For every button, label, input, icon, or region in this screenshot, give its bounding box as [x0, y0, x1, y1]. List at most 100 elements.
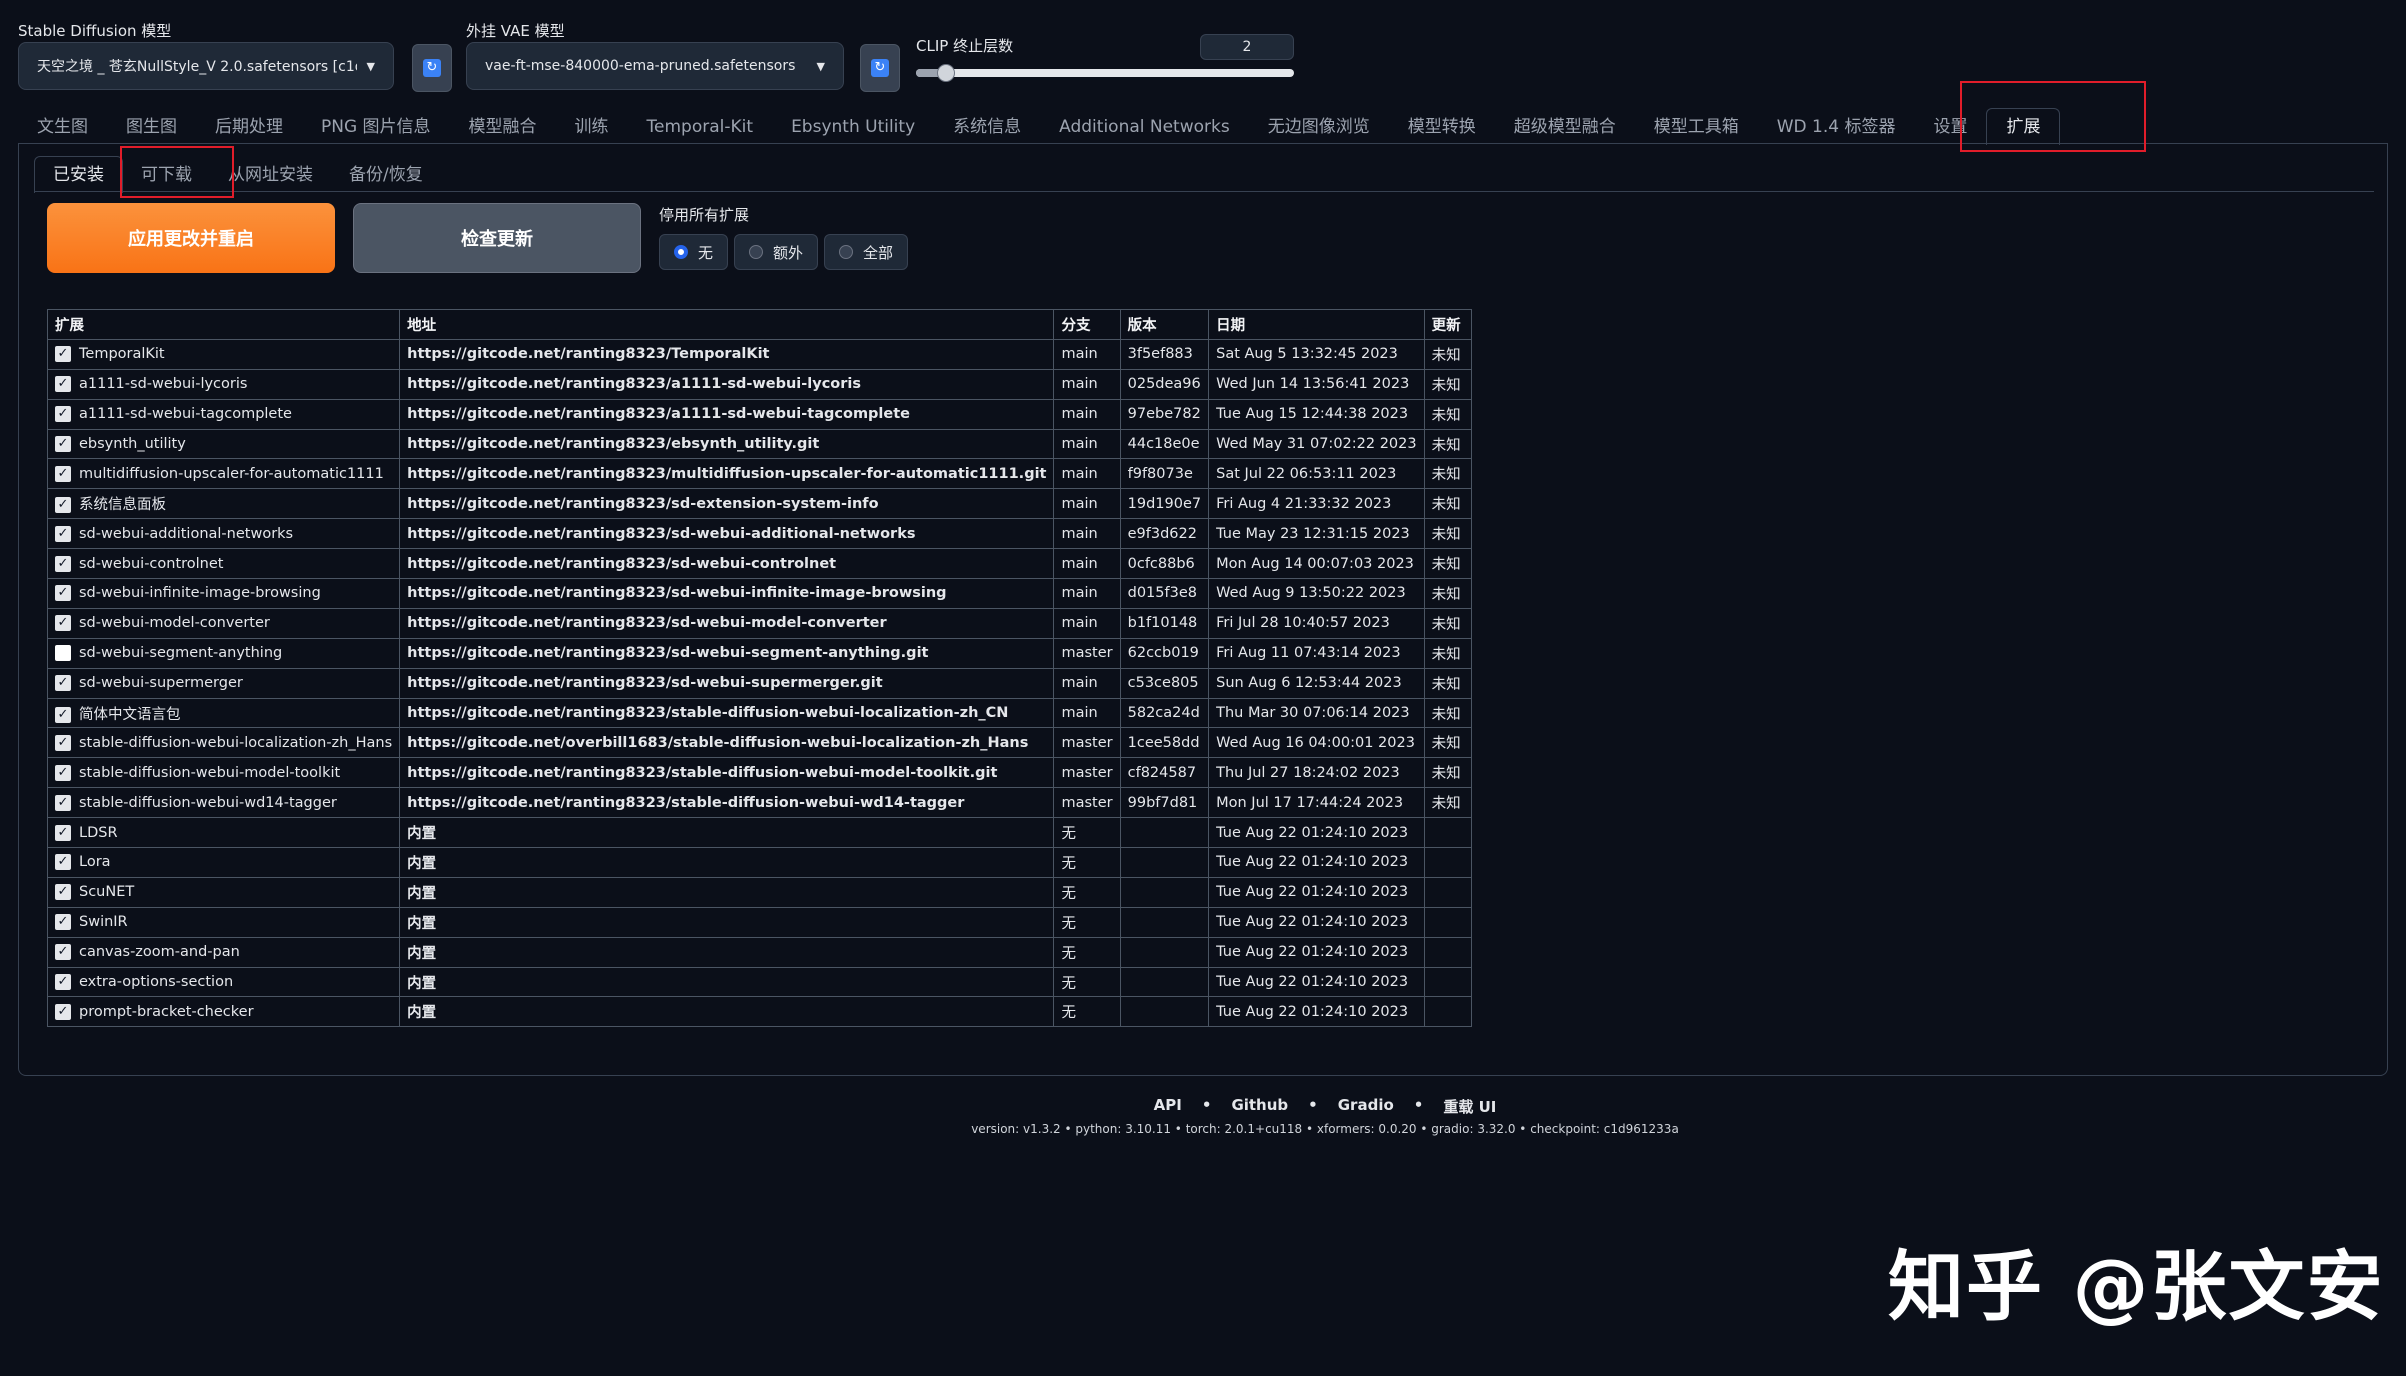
- enable-checkbox[interactable]: [55, 645, 71, 661]
- extension-name-cell: ✓sd-webui-additional-networks: [48, 519, 400, 549]
- branch-cell: 无: [1054, 937, 1120, 967]
- tab-3[interactable]: PNG 图片信息: [302, 109, 450, 145]
- radio-option-1[interactable]: 额外: [734, 234, 818, 270]
- table-row: ✓SwinIR内置无Tue Aug 22 01:24:10 2023: [48, 907, 1472, 937]
- tab-5[interactable]: 训练: [556, 109, 628, 145]
- extension-name-cell: ✓stable-diffusion-webui-model-toolkit: [48, 758, 400, 788]
- url-cell: https://gitcode.net/ranting8323/stable-d…: [400, 758, 1054, 788]
- version-cell: 44c18e0e: [1120, 429, 1208, 459]
- check-updates-button[interactable]: 检查更新: [353, 203, 641, 273]
- tab-14[interactable]: WD 1.4 标签器: [1758, 109, 1915, 145]
- footer-separator: •: [1308, 1096, 1318, 1117]
- enable-checkbox[interactable]: ✓: [55, 1004, 71, 1020]
- date-cell: Sat Jul 22 06:53:11 2023: [1209, 459, 1425, 489]
- table-row: ✓sd-webui-model-converterhttps://gitcode…: [48, 608, 1472, 638]
- column-header: 分支: [1054, 310, 1120, 340]
- table-row: ✓ScuNET内置无Tue Aug 22 01:24:10 2023: [48, 877, 1472, 907]
- enable-checkbox[interactable]: ✓: [55, 376, 71, 392]
- apply-restart-button[interactable]: 应用更改并重启: [47, 203, 335, 273]
- extension-name-cell: sd-webui-segment-anything: [48, 638, 400, 668]
- clip-slider-handle[interactable]: [937, 64, 955, 82]
- url-cell: 内置: [400, 907, 1054, 937]
- enable-checkbox[interactable]: ✓: [55, 974, 71, 990]
- enable-checkbox[interactable]: ✓: [55, 795, 71, 811]
- highlight-box-extensions-tab: [1960, 81, 2146, 152]
- sd-model-dropdown[interactable]: 天空之境 _ 苍玄NullStyle_V 2.0.safetensors [c1…: [18, 42, 394, 90]
- tab-7[interactable]: Ebsynth Utility: [772, 109, 934, 145]
- enable-checkbox[interactable]: ✓: [55, 854, 71, 870]
- clip-slider[interactable]: [916, 69, 1294, 77]
- enable-checkbox[interactable]: ✓: [55, 497, 71, 513]
- subtab-3[interactable]: 备份/恢复: [331, 157, 441, 193]
- subtab-0[interactable]: 已安装: [34, 156, 123, 193]
- tab-9[interactable]: Additional Networks: [1040, 109, 1249, 145]
- enable-checkbox[interactable]: ✓: [55, 707, 71, 723]
- extension-name-cell: ✓extra-options-section: [48, 967, 400, 997]
- update-cell: 未知: [1424, 638, 1471, 668]
- footer-link-1[interactable]: Github: [1231, 1096, 1288, 1117]
- tab-11[interactable]: 模型转换: [1389, 109, 1495, 145]
- url-cell: https://gitcode.net/ranting8323/a1111-sd…: [400, 399, 1054, 429]
- enable-checkbox[interactable]: ✓: [55, 526, 71, 542]
- radio-dot: [674, 245, 688, 259]
- enable-checkbox[interactable]: ✓: [55, 346, 71, 362]
- tab-6[interactable]: Temporal-Kit: [628, 109, 773, 145]
- radio-option-2[interactable]: 全部: [824, 234, 908, 270]
- enable-checkbox[interactable]: ✓: [55, 466, 71, 482]
- footer-link-3[interactable]: 重载 UI: [1443, 1096, 1496, 1117]
- enable-checkbox[interactable]: ✓: [55, 556, 71, 572]
- extension-name: LDSR: [79, 825, 118, 841]
- url-cell: https://gitcode.net/ranting8323/sd-webui…: [400, 549, 1054, 579]
- enable-checkbox[interactable]: ✓: [55, 406, 71, 422]
- refresh-vae-button[interactable]: ↻: [860, 44, 900, 92]
- vae-model-dropdown[interactable]: vae-ft-mse-840000-ema-pruned.safetensors…: [466, 42, 844, 90]
- table-row: ✓Lora内置无Tue Aug 22 01:24:10 2023: [48, 848, 1472, 878]
- enable-checkbox[interactable]: ✓: [55, 765, 71, 781]
- enable-checkbox[interactable]: ✓: [55, 914, 71, 930]
- enable-checkbox[interactable]: ✓: [55, 436, 71, 452]
- update-cell: 未知: [1424, 339, 1471, 369]
- enable-checkbox[interactable]: ✓: [55, 675, 71, 691]
- tab-0[interactable]: 文生图: [18, 109, 107, 145]
- update-cell: 未知: [1424, 579, 1471, 609]
- footer-link-0[interactable]: API: [1154, 1096, 1182, 1117]
- refresh-models-button[interactable]: ↻: [412, 44, 452, 92]
- extension-name-cell: ✓sd-webui-infinite-image-browsing: [48, 579, 400, 609]
- extension-name: stable-diffusion-webui-localization-zh_H…: [79, 735, 392, 751]
- enable-checkbox[interactable]: ✓: [55, 615, 71, 631]
- date-cell: Fri Aug 11 07:43:14 2023: [1209, 638, 1425, 668]
- radio-option-0[interactable]: 无: [659, 234, 728, 270]
- footer-separator: •: [1414, 1096, 1424, 1117]
- enable-checkbox[interactable]: ✓: [55, 884, 71, 900]
- tab-4[interactable]: 模型融合: [450, 109, 556, 145]
- tab-1[interactable]: 图生图: [107, 109, 196, 145]
- version-cell: f9f8073e: [1120, 459, 1208, 489]
- subtab-divider: [34, 191, 2374, 192]
- enable-checkbox[interactable]: ✓: [55, 944, 71, 960]
- enable-checkbox[interactable]: ✓: [55, 735, 71, 751]
- extension-name: prompt-bracket-checker: [79, 1004, 254, 1020]
- update-cell: 未知: [1424, 489, 1471, 519]
- update-cell: [1424, 848, 1471, 878]
- tab-12[interactable]: 超级模型融合: [1495, 109, 1635, 145]
- radio-dot: [839, 245, 853, 259]
- table-row: ✓LDSR内置无Tue Aug 22 01:24:10 2023: [48, 818, 1472, 848]
- clip-number-input[interactable]: 2: [1200, 34, 1294, 60]
- update-cell: [1424, 967, 1471, 997]
- main-tab-bar: 文生图图生图后期处理PNG 图片信息模型融合训练Temporal-KitEbsy…: [18, 108, 2060, 145]
- update-cell: 未知: [1424, 369, 1471, 399]
- sd-model-value: 天空之境 _ 苍玄NullStyle_V 2.0.safetensors [c1…: [37, 56, 357, 76]
- branch-cell: master: [1054, 788, 1120, 818]
- extension-name: 系统信息面板: [79, 497, 166, 513]
- url-cell: https://gitcode.net/ranting8323/sd-webui…: [400, 638, 1054, 668]
- date-cell: Thu Mar 30 07:06:14 2023: [1209, 698, 1425, 728]
- extension-name-cell: ✓ScuNET: [48, 877, 400, 907]
- tab-2[interactable]: 后期处理: [196, 109, 302, 145]
- footer-link-2[interactable]: Gradio: [1338, 1096, 1394, 1117]
- tab-13[interactable]: 模型工具箱: [1635, 109, 1758, 145]
- tab-8[interactable]: 系统信息: [934, 109, 1040, 145]
- enable-checkbox[interactable]: ✓: [55, 825, 71, 841]
- tab-10[interactable]: 无边图像浏览: [1249, 109, 1389, 145]
- enable-checkbox[interactable]: ✓: [55, 585, 71, 601]
- branch-cell: main: [1054, 369, 1120, 399]
